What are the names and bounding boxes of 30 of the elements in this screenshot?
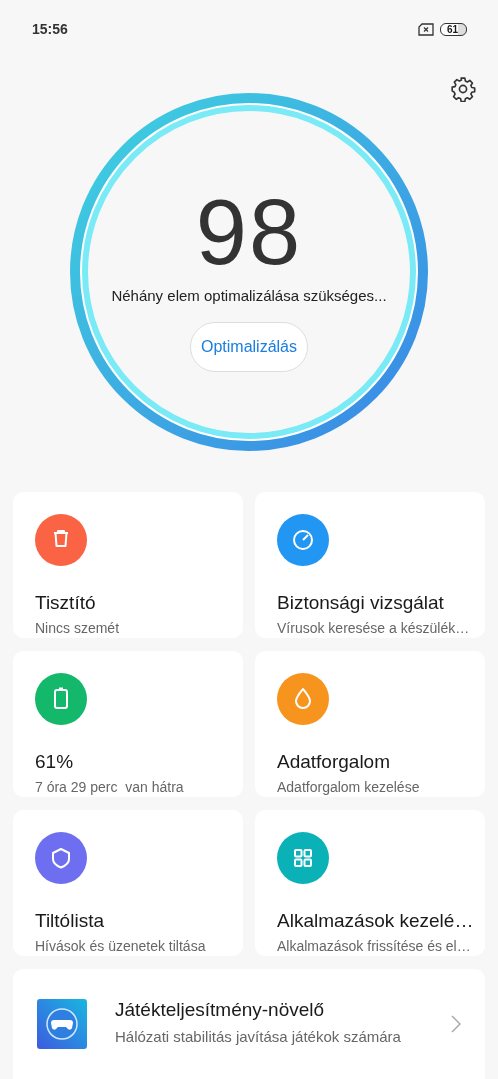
card-subtitle: 7 óra 29 perc van hátra (35, 779, 184, 795)
card-subtitle: Vírusok keresése a készülék… (277, 620, 470, 636)
no-sim-icon (417, 22, 434, 36)
card-subtitle: Adatforgalom kezelése (277, 779, 420, 795)
card-title: Adatforgalom (277, 751, 390, 773)
card-title: 61% (35, 751, 74, 773)
optimize-button[interactable]: Optimalizálás (190, 322, 308, 372)
game-booster-card[interactable]: Játékteljesítmény-növelő Hálózati stabilitás javítása játékok számára (13, 969, 485, 1079)
feature-card[interactable]: Tisztító Nincs szemét (13, 492, 243, 638)
card-title: Biztonsági vizsgálat (277, 592, 444, 614)
settings-icon[interactable] (450, 76, 476, 102)
score-message: Néhány elem optimalizálása szükséges... (111, 287, 387, 304)
score-value: 98 (195, 182, 303, 282)
card-title: Alkalmazások kezelé… (277, 910, 474, 932)
card-title: Tiltólista (35, 910, 104, 932)
battery-indicator: 61 (439, 22, 467, 36)
card-title: Játékteljesítmény-növelő (115, 999, 326, 1021)
feature-card[interactable]: 61% 7 óra 29 perc van hátra (13, 651, 243, 797)
card-subtitle: Hálózati stabilitás javítása játékok számára (115, 1028, 402, 1045)
feature-card[interactable]: Alkalmazások kezelé… Alkalmazások frissítése és el… (255, 810, 485, 956)
feature-card[interactable]: Tiltólista Hívások és üzenetek tiltása (13, 810, 243, 956)
card-subtitle: Alkalmazások frissítése és el… (277, 938, 471, 954)
chevron-right-icon (451, 1015, 461, 1033)
card-subtitle: Hívások és üzenetek tiltása (35, 938, 206, 954)
status-time: 15:56 (32, 21, 68, 37)
card-title: Tisztító (35, 592, 96, 614)
gamepad-icon (37, 999, 87, 1049)
card-subtitle: Nincs szemét (35, 620, 120, 636)
feature-card[interactable]: Biztonsági vizsgálat Vírusok keresése a készülék… (255, 492, 485, 638)
feature-card[interactable]: Adatforgalom Adatforgalom kezelése (255, 651, 485, 797)
